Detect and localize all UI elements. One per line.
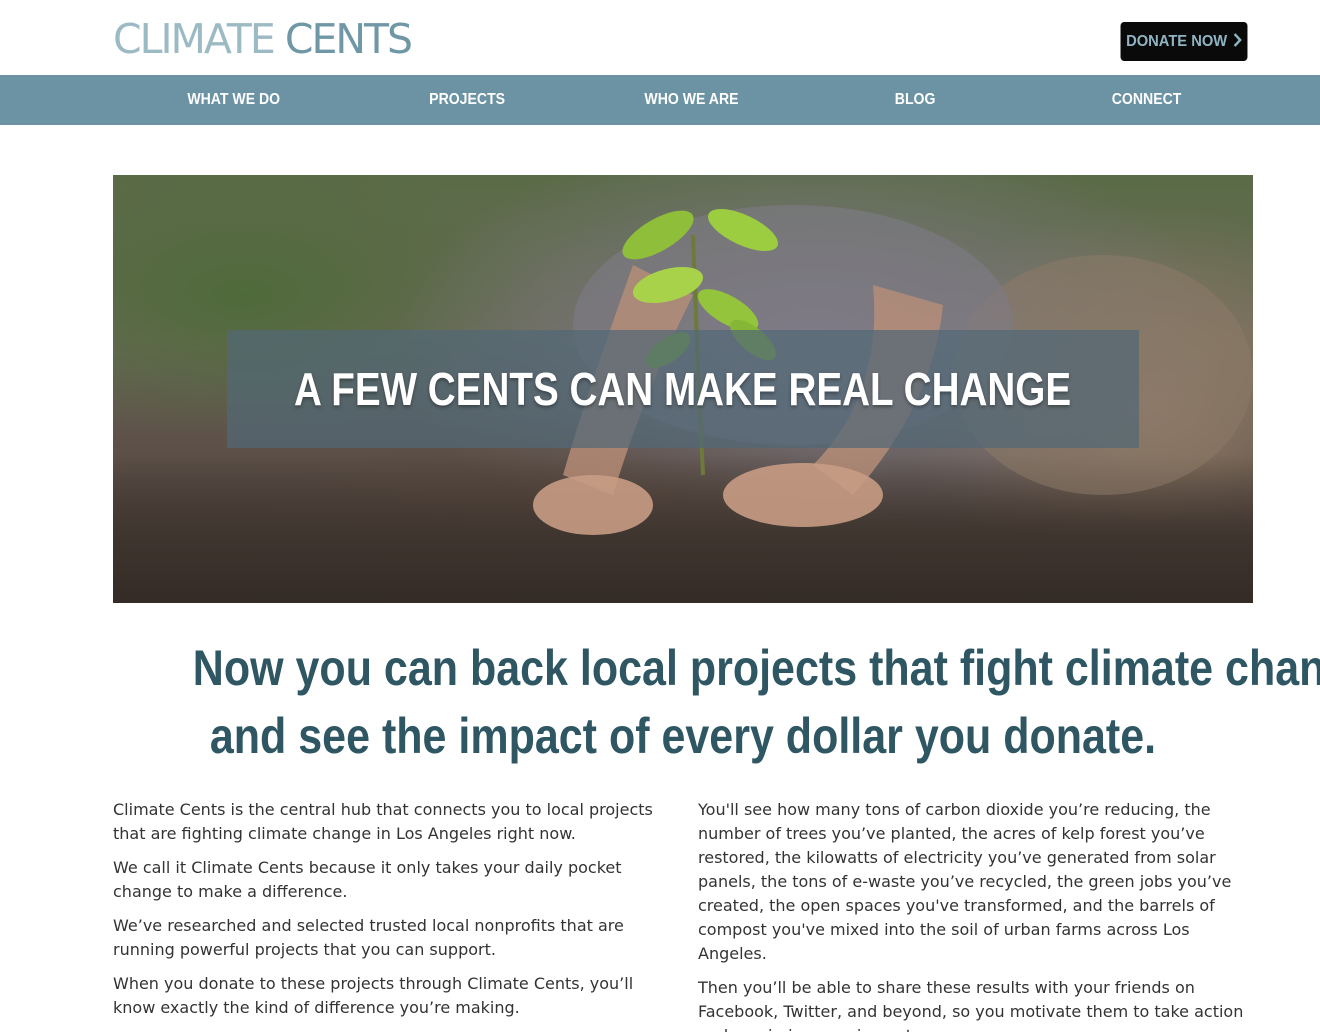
hero-title-overlay: A FEW CENTS CAN MAKE REAL CHANGE [227,330,1139,448]
headline-line-1: Now you can back local projects that fig… [192,640,1320,696]
main-headline: Now you can back local projects that fig… [113,634,1320,770]
headline-line-2: and see the impact of every dollar you d… [209,708,1157,764]
logo-word-climate: CLIMATE [113,15,276,63]
hero-title: A FEW CENTS CAN MAKE REAL CHANGE [294,363,1072,415]
nav-item-who-we-are[interactable]: WHO WE ARE [644,75,738,125]
logo-word-cents: CENTS [284,15,413,63]
impact-paragraph: Then you’ll be able to share these resul… [698,978,1244,1032]
intro-paragraph: When you donate to these projects throug… [113,974,634,1017]
site-header: CLIMATE CENTS DONATE NOW [0,0,1320,75]
nav-item-what-we-do[interactable]: WHAT WE DO [187,75,280,125]
chevron-right-icon [1233,33,1242,50]
impact-paragraph: You'll see how many tons of carbon dioxi… [698,800,1232,963]
nav-item-projects[interactable]: PROJECTS [429,75,505,125]
intro-paragraph: Climate Cents is the central hub that co… [113,800,653,843]
intro-column-left: Climate Cents is the central hub that co… [113,798,673,1030]
nav-item-connect[interactable]: CONNECT [1112,75,1182,125]
intro-paragraph: We call it Climate Cents because it only… [113,858,622,901]
intro-column-right: You'll see how many tons of carbon dioxi… [698,798,1258,1032]
donate-now-label: DONATE NOW [1126,32,1228,50]
intro-paragraph: We’ve researched and selected trusted lo… [113,916,624,959]
hero-banner-image: A FEW CENTS CAN MAKE REAL CHANGE [113,175,1253,603]
main-nav: WHAT WE DO PROJECTS WHO WE ARE BLOG CONN… [0,75,1320,125]
site-logo[interactable]: CLIMATE CENTS [113,15,413,63]
nav-item-blog[interactable]: BLOG [895,75,936,125]
donate-now-button[interactable]: DONATE NOW [1120,22,1248,61]
